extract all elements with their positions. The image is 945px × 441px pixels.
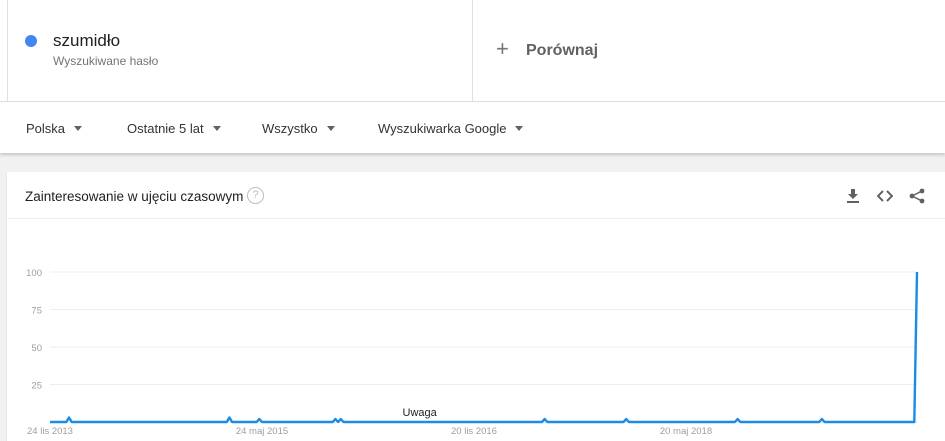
- y-tick-label: 75: [31, 306, 42, 317]
- x-tick-label: 20 lis 2016: [451, 426, 497, 437]
- x-tick-label: 24 maj 2015: [236, 426, 288, 437]
- interest-line-chart: 25 50 75 100 24 lis 2013 24 maj 2015 20 lis 20…: [26, 268, 919, 437]
- caret-down-icon: [212, 126, 221, 131]
- annotation-label: Uwaga: [403, 407, 438, 419]
- filter-category-label: Wszystko: [262, 121, 318, 136]
- download-icon[interactable]: [845, 188, 861, 204]
- filter-bar: Polska Ostatnie 5 lat Wszystko Wyszukiwa…: [0, 102, 945, 153]
- card-title: Zainteresowanie w ujęciu czasowym: [25, 189, 244, 204]
- search-terms-bar: szumidło Wyszukiwane hasło + Porównaj: [0, 0, 945, 102]
- filter-category[interactable]: Wszystko: [262, 121, 335, 136]
- search-term-subtitle: Wyszukiwane hasło: [53, 54, 159, 68]
- embed-icon[interactable]: [877, 188, 893, 204]
- y-tick-label: 25: [31, 381, 42, 392]
- compare-label: Porównaj: [526, 42, 599, 59]
- x-tick-label: 24 lis 2013: [27, 426, 73, 437]
- filter-search-type[interactable]: Wyszukiwarka Google: [378, 121, 524, 136]
- x-tick-label: 20 maj 2018: [660, 426, 712, 437]
- caret-down-icon: [326, 126, 335, 131]
- search-term-card[interactable]: szumidło Wyszukiwane hasło: [7, 0, 473, 101]
- help-icon[interactable]: ?: [247, 187, 264, 204]
- card-header: Zainteresowanie w ujęciu czasowym ?: [7, 172, 945, 219]
- filter-time-range-label: Ostatnie 5 lat: [127, 121, 204, 136]
- caret-down-icon: [515, 126, 524, 131]
- y-tick-label: 100: [26, 268, 42, 279]
- search-term-name[interactable]: szumidło: [53, 31, 120, 51]
- interest-over-time-card: Zainteresowanie w ujęciu czasowym ? 25 50…: [7, 172, 945, 441]
- y-tick-label: 50: [31, 343, 42, 354]
- caret-down-icon: [74, 126, 83, 131]
- filter-time-range[interactable]: Ostatnie 5 lat: [127, 121, 221, 136]
- compare-button[interactable]: + Porównaj: [474, 0, 945, 101]
- filter-search-type-label: Wyszukiwarka Google: [378, 121, 507, 136]
- share-icon[interactable]: [909, 188, 925, 204]
- filter-region[interactable]: Polska: [26, 121, 83, 136]
- plus-icon: +: [496, 36, 509, 61]
- filter-region-label: Polska: [26, 121, 66, 136]
- series-color-dot: [25, 35, 37, 47]
